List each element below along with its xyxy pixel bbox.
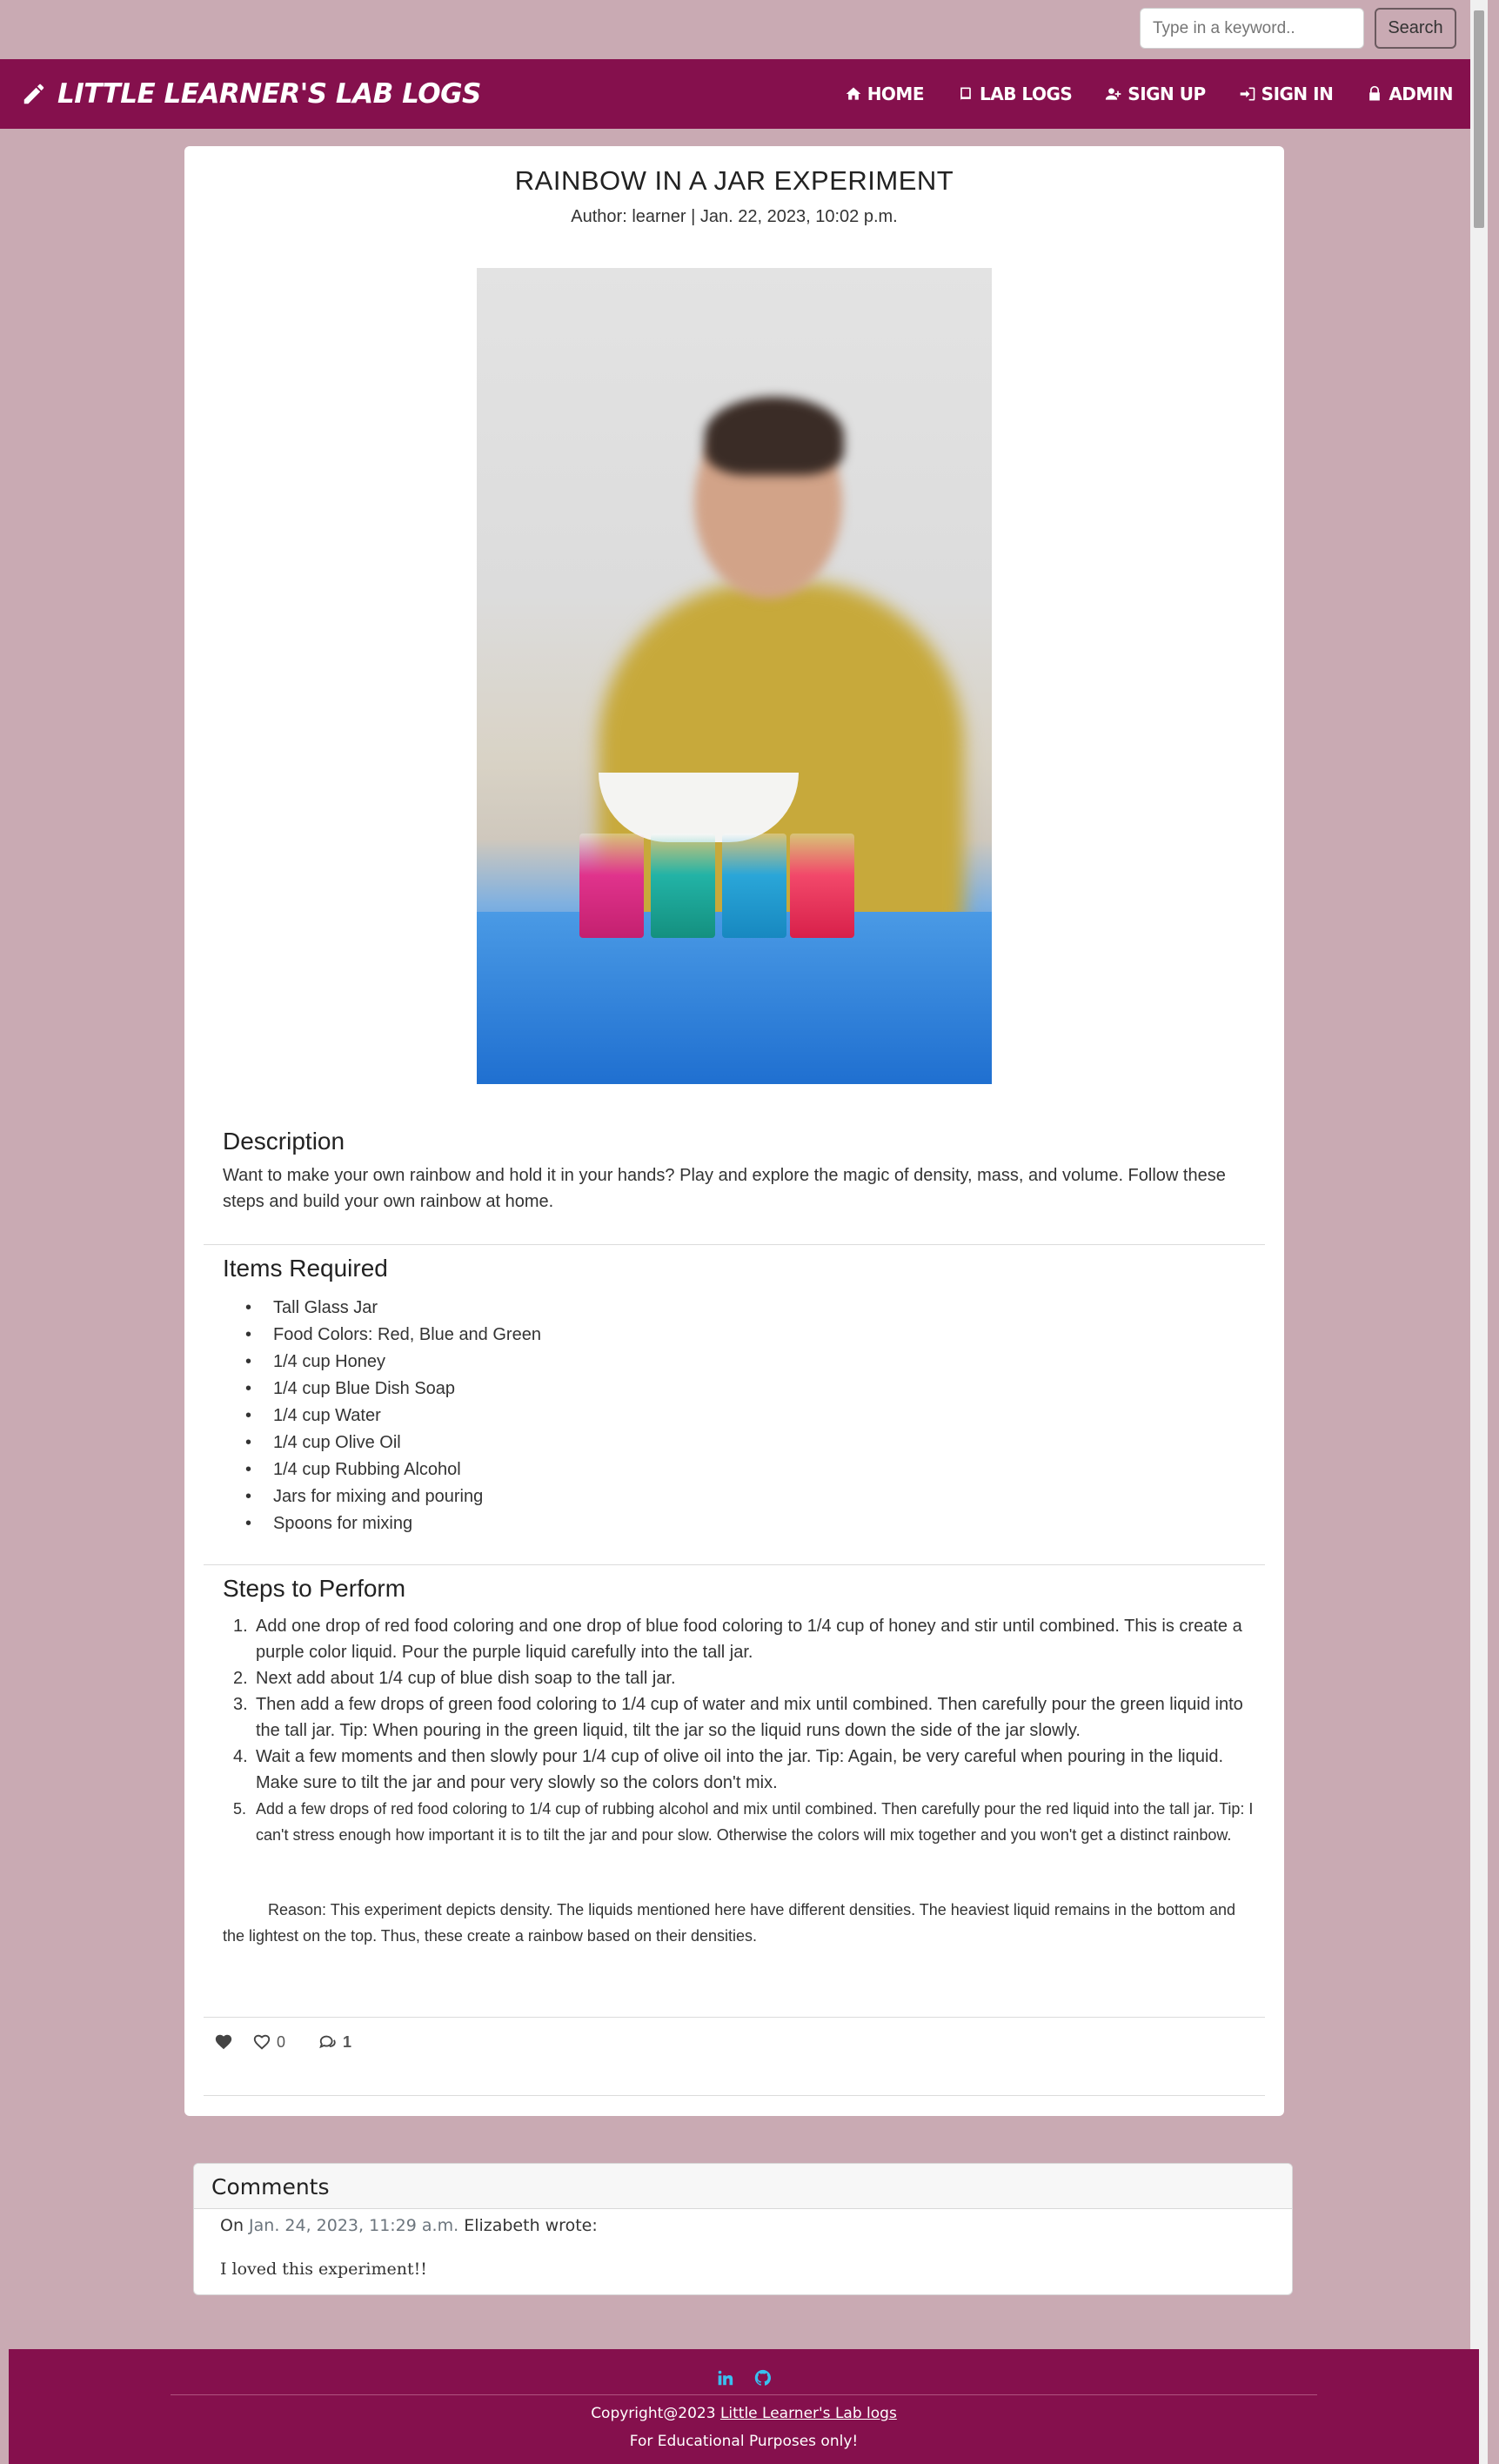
- navbar: LITTLE LEARNER'S LAB LOGS HOME LAB LOGS …: [0, 59, 1470, 129]
- items-list: Tall Glass Jar Food Colors: Red, Blue an…: [245, 1295, 541, 1537]
- comment-body: I loved this experiment!!: [220, 2260, 427, 2279]
- like-button[interactable]: [214, 2032, 233, 2052]
- like-count[interactable]: 0: [252, 2032, 285, 2052]
- comment-meta: On Jan. 24, 2023, 11:29 a.m. Elizabeth w…: [220, 2216, 598, 2235]
- list-item: Jars for mixing and pouring: [245, 1483, 541, 1510]
- list-item: Spoons for mixing: [245, 1510, 541, 1537]
- nav-sign-up[interactable]: SIGN UP: [1105, 84, 1206, 104]
- nav-sign-in[interactable]: SIGN IN: [1239, 84, 1334, 104]
- steps-list: 1Add one drop of red food coloring and o…: [233, 1613, 1263, 1848]
- github-icon[interactable]: [753, 2368, 773, 2387]
- brand-title: LITTLE LEARNER'S LAB LOGS: [57, 78, 481, 110]
- divider: [204, 1244, 1265, 1245]
- list-item: 1/4 cup Honey: [245, 1349, 541, 1376]
- search-input[interactable]: [1140, 8, 1364, 49]
- list-item: 1/4 cup Rubbing Alcohol: [245, 1456, 541, 1483]
- comment-count-value: 1: [343, 2032, 352, 2051]
- post-title: RAINBOW IN A JAR EXPERIMENT: [514, 165, 954, 196]
- linkedin-icon[interactable]: [715, 2368, 734, 2387]
- search-bar: Search: [0, 0, 1470, 59]
- list-item: Tall Glass Jar: [245, 1295, 541, 1322]
- post-actions: 0 1: [214, 2032, 351, 2052]
- comments-card: Comments On Jan. 24, 2023, 11:29 a.m. El…: [193, 2163, 1293, 2295]
- footer-copyright: Copyright@2023 Little Learner's Lab logs: [9, 2405, 1479, 2422]
- scrollbar-thumb[interactable]: [1474, 10, 1484, 228]
- list-item: Food Colors: Red, Blue and Green: [245, 1322, 541, 1349]
- post-meta: Author: learner | Jan. 22, 2023, 10:02 p…: [571, 207, 898, 226]
- step-item: 5Add a few drops of red food coloring to…: [233, 1796, 1263, 1848]
- step-number: 4: [233, 1744, 256, 1796]
- experiment-photo: [477, 268, 992, 1084]
- description-text: Want to make your own rainbow and hold i…: [223, 1166, 1226, 1211]
- step-text: Wait a few moments and then slowly pour …: [256, 1747, 1224, 1792]
- items-heading: Items Required: [223, 1255, 388, 1282]
- description-heading: Description: [223, 1128, 345, 1155]
- nav-menu: HOME LAB LOGS SIGN UP SIGN IN ADMIN: [845, 59, 1453, 129]
- step-item: 4Wait a few moments and then slowly pour…: [233, 1744, 1263, 1796]
- lock-icon: [1369, 85, 1381, 101]
- nav-admin-label: ADMIN: [1389, 84, 1453, 104]
- list-item: 1/4 cup Water: [245, 1403, 541, 1430]
- reason-text: Reason: This experiment depicts density.…: [223, 1901, 1235, 1945]
- copyright-prefix: Copyright@2023: [591, 2405, 716, 2422]
- nav-sign-in-label: SIGN IN: [1261, 84, 1334, 104]
- steps-heading: Steps to Perform: [223, 1575, 406, 1602]
- nav-home[interactable]: HOME: [845, 84, 925, 104]
- comments-icon: [319, 2035, 336, 2049]
- step-text: Add a few drops of red food coloring to …: [256, 1800, 1254, 1844]
- step-text: Then add a few drops of green food color…: [256, 1695, 1243, 1740]
- step-number: 2: [233, 1665, 256, 1691]
- book-icon: [960, 87, 971, 101]
- social-links: [9, 2368, 1479, 2387]
- comment-author: Elizabeth wrote:: [464, 2216, 598, 2235]
- footer-divider: [171, 2394, 1317, 2395]
- home-icon: [846, 87, 861, 100]
- comments-heading: Comments: [194, 2164, 1292, 2209]
- brand-link[interactable]: LITTLE LEARNER'S LAB LOGS: [21, 75, 481, 113]
- comment-prefix: On: [220, 2216, 244, 2235]
- list-item: 1/4 cup Olive Oil: [245, 1430, 541, 1456]
- nav-lab-logs-label: LAB LOGS: [980, 84, 1073, 104]
- step-number: 3: [233, 1691, 256, 1744]
- divider: [204, 1564, 1265, 1565]
- divider: [204, 2095, 1265, 2096]
- footer: Copyright@2023 Little Learner's Lab logs…: [9, 2349, 1479, 2464]
- nav-admin[interactable]: ADMIN: [1366, 84, 1453, 104]
- step-item: 1Add one drop of red food coloring and o…: [233, 1613, 1263, 1665]
- like-count-value: 0: [277, 2032, 286, 2051]
- footer-note: For Educational Purposes only!: [629, 2433, 859, 2450]
- step-text: Add one drop of red food coloring and on…: [256, 1617, 1242, 1662]
- divider: [204, 2017, 1265, 2018]
- page-scrollbar[interactable]: [1470, 0, 1488, 2464]
- heart-filled-icon: [215, 2034, 232, 2050]
- step-number: 5: [233, 1796, 256, 1848]
- step-number: 1: [233, 1613, 256, 1665]
- comment-count[interactable]: 1: [318, 2032, 351, 2052]
- comment-date: Jan. 24, 2023, 11:29 a.m.: [249, 2216, 459, 2235]
- search-button[interactable]: Search: [1375, 8, 1456, 49]
- nav-lab-logs[interactable]: LAB LOGS: [957, 84, 1073, 104]
- post-card: RAINBOW IN A JAR EXPERIMENT Author: lear…: [184, 146, 1284, 2116]
- step-text: Next add about 1/4 cup of blue dish soap…: [256, 1669, 676, 1688]
- nav-sign-up-label: SIGN UP: [1128, 84, 1206, 104]
- step-item: 2Next add about 1/4 cup of blue dish soa…: [233, 1665, 1263, 1691]
- sign-in-icon: [1240, 87, 1255, 101]
- pencil-icon: [23, 84, 44, 104]
- copyright-link[interactable]: Little Learner's Lab logs: [720, 2405, 897, 2422]
- nav-home-label: HOME: [867, 84, 925, 104]
- user-plus-icon: [1106, 88, 1121, 100]
- list-item: 1/4 cup Blue Dish Soap: [245, 1376, 541, 1403]
- step-item: 3Then add a few drops of green food colo…: [233, 1691, 1263, 1744]
- heart-outline-icon: [253, 2034, 271, 2050]
